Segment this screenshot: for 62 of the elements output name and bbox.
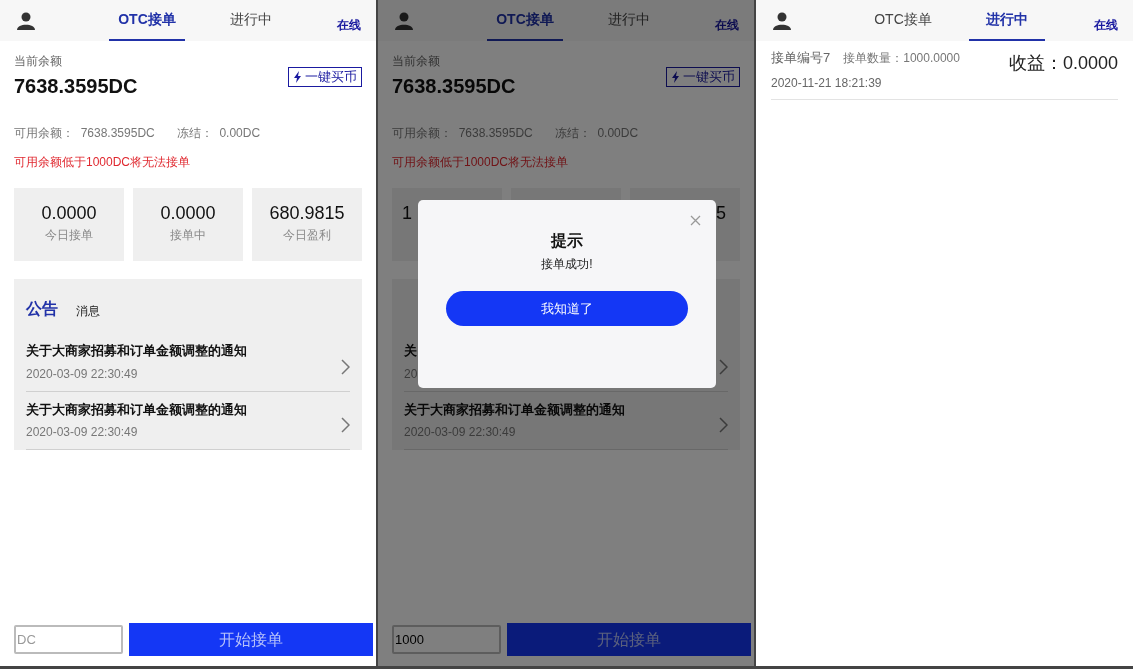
chevron-right-icon bbox=[719, 417, 728, 434]
order-quantity: 接单数量：1000.0000 bbox=[843, 50, 960, 67]
buy-coin-button[interactable]: 一键买币 bbox=[288, 67, 362, 87]
notice-title: 关于大商家招募和订单金额调整的通知 bbox=[404, 400, 625, 419]
tab[interactable]: 进行中 bbox=[969, 0, 1045, 41]
stat-value: 0.0000 bbox=[160, 202, 216, 224]
tab[interactable]: OTC接单 bbox=[865, 0, 941, 41]
start-button[interactable]: 开始接单 bbox=[129, 623, 373, 656]
order-date: 2020-11-21 18:21:39 bbox=[771, 74, 883, 92]
online-status: 在线 bbox=[337, 17, 361, 34]
tab[interactable]: 进行中 bbox=[591, 0, 667, 41]
tab[interactable]: 进行中 bbox=[213, 0, 289, 41]
buy-coin-button[interactable]: 一键买币 bbox=[666, 67, 740, 87]
chevron-right-icon bbox=[719, 358, 728, 375]
stat-value: 0.0000 bbox=[41, 202, 97, 224]
warning-text: 可用余额低于1000DC将无法接单 bbox=[14, 154, 192, 171]
stat-value: 5 bbox=[716, 202, 726, 224]
order-row[interactable]: 接单编号7 接单数量：1000.0000 2020-11-21 18:21:39 收益：0.0000 bbox=[771, 41, 1118, 100]
notice-title: 关 bbox=[404, 342, 418, 360]
dialog-title: 提示 bbox=[551, 231, 583, 251]
amount-input[interactable]: 1000 bbox=[392, 625, 501, 654]
lightning-icon bbox=[293, 71, 302, 83]
close-icon[interactable] bbox=[690, 215, 701, 226]
notice-item[interactable]: 关于大商家招募和订单金额调整的通知 2020-03-09 22:30:49 bbox=[26, 333, 350, 392]
dialog-message: 接单成功! bbox=[541, 256, 593, 273]
frozen-balance: 冻结： 0.00DC bbox=[554, 125, 639, 142]
balance-label: 当前余额 bbox=[392, 53, 441, 70]
user-icon[interactable] bbox=[17, 11, 35, 30]
frozen-balance: 冻结： 0.00DC bbox=[176, 125, 261, 142]
lightning-icon bbox=[671, 71, 680, 83]
online-status: 在线 bbox=[1094, 17, 1118, 34]
notice-date: 2020-03-09 22:30:49 bbox=[404, 424, 517, 441]
notice-date: 2020-03-09 22:30:49 bbox=[26, 424, 139, 441]
online-status: 在线 bbox=[715, 17, 739, 34]
balance-amount: 7638.3595DC bbox=[392, 74, 516, 99]
balance-label: 当前余额 bbox=[14, 53, 63, 70]
stat-value: 680.9815 bbox=[269, 202, 345, 224]
order-number: 接单编号7 bbox=[771, 49, 831, 67]
notice-tab[interactable]: 消息 bbox=[76, 302, 100, 320]
amount-input[interactable]: DC bbox=[14, 625, 123, 654]
notice-item[interactable]: 关于大商家招募和订单金额调整的通知 2020-03-09 22:30:49 bbox=[404, 391, 728, 450]
tab[interactable]: OTC接单 bbox=[109, 0, 185, 41]
available-balance: 可用余额： 7638.3595DC bbox=[14, 125, 155, 142]
stat-label: 今日接单 bbox=[45, 227, 93, 244]
stat-label: 今日盈利 bbox=[283, 227, 331, 244]
stat-label: 接单中 bbox=[170, 227, 206, 244]
notice-item[interactable]: 关于大商家招募和订单金额调整的通知 2020-03-09 22:30:49 bbox=[26, 391, 350, 450]
warning-text: 可用余额低于1000DC将无法接单 bbox=[392, 154, 570, 171]
stat-value: 1 bbox=[402, 202, 412, 224]
order-profit: 收益：0.0000 bbox=[1008, 52, 1118, 75]
chevron-right-icon bbox=[341, 358, 350, 375]
notice-title: 关于大商家招募和订单金额调整的通知 bbox=[26, 342, 247, 360]
balance-amount: 7638.3595DC bbox=[14, 74, 138, 99]
notice-date: 20 bbox=[404, 365, 418, 383]
user-icon[interactable] bbox=[773, 11, 791, 30]
notice-tab[interactable]: 公告 bbox=[26, 297, 58, 321]
chevron-right-icon bbox=[341, 417, 350, 434]
confirm-button[interactable]: 我知道了 bbox=[446, 291, 688, 326]
notice-title: 关于大商家招募和订单金额调整的通知 bbox=[26, 400, 247, 419]
notice-date: 2020-03-09 22:30:49 bbox=[26, 365, 139, 383]
available-balance: 可用余额： 7638.3595DC bbox=[392, 125, 533, 142]
tab[interactable]: OTC接单 bbox=[487, 0, 563, 41]
